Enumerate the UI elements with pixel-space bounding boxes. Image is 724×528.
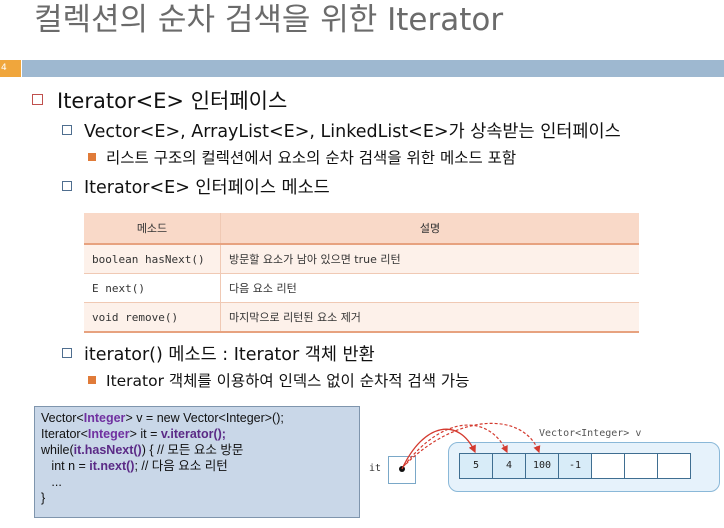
code-line: } bbox=[41, 491, 46, 505]
code-keyword: Integer bbox=[87, 427, 130, 441]
table-row: E next() 다음 요소 리턴 bbox=[84, 273, 639, 303]
code-line: while(it.hasNext()) { // 모든 요소 방문 bbox=[41, 442, 359, 458]
bullet-filled-square-icon bbox=[88, 153, 96, 161]
header-bar bbox=[22, 60, 724, 77]
bullet-text: Iterator<E> 인터페이스 bbox=[57, 89, 288, 113]
iterator-diagram: Vector<Integer> v 5 4 100 -1 it bbox=[364, 412, 722, 516]
bullet-square-icon bbox=[62, 125, 72, 135]
code-keyword: it.next() bbox=[89, 459, 135, 473]
bullet-text: Iterator 객체를 이용하여 인덱스 없이 순차적 검색 가능 bbox=[106, 372, 470, 390]
description-cell: 다음 요소 리턴 bbox=[220, 273, 639, 303]
code-line: Iterator<Integer> it = v.iterator(); bbox=[41, 426, 359, 442]
bullet-level3: Iterator 객체를 이용하여 인덱스 없이 순차적 검색 가능 bbox=[88, 371, 469, 391]
bullet-text: 리스트 구조의 컬렉션에서 요소의 순차 검색을 위한 메소드 포함 bbox=[106, 149, 517, 167]
code-line: Vector<Integer> v = new Vector<Integer>(… bbox=[41, 410, 359, 426]
bullet-level3: 리스트 구조의 컬렉션에서 요소의 순차 검색을 위한 메소드 포함 bbox=[88, 148, 516, 168]
method-table: 메소드 설명 boolean hasNext() 방문할 요소가 남아 있으면 … bbox=[84, 213, 639, 333]
code-text: > it = bbox=[129, 427, 161, 441]
column-header: 메소드 bbox=[84, 213, 221, 245]
method-cell: boolean hasNext() bbox=[84, 244, 221, 274]
bullet-text: Vector<E>, ArrayList<E>, LinkedList<E>가 … bbox=[84, 122, 621, 142]
code-line: int n = it.next(); // 다음 요소 리턴 bbox=[41, 458, 359, 474]
iterator-arrows bbox=[401, 422, 541, 470]
table-row: void remove() 마지막으로 리턴된 요소 제거 bbox=[84, 302, 639, 333]
arrow-to-first bbox=[401, 428, 476, 470]
bullet-text: Iterator<E> 인터페이스 메소드 bbox=[84, 178, 330, 198]
bullet-square-icon bbox=[62, 181, 72, 191]
code-text: > v = new Vector<Integer>(); bbox=[125, 411, 284, 425]
bullet-level2: Vector<E>, ArrayList<E>, LinkedList<E>가 … bbox=[62, 121, 621, 143]
bullet-level1: Iterator<E> 인터페이스 bbox=[32, 88, 287, 114]
arrow-to-third bbox=[405, 422, 541, 465]
code-text: Vector< bbox=[41, 411, 84, 425]
bullet-square-icon bbox=[32, 94, 43, 105]
method-cell: E next() bbox=[84, 273, 221, 303]
bullet-square-icon bbox=[62, 348, 72, 358]
column-header: 설명 bbox=[220, 213, 639, 245]
bullet-text: iterator() 메소드 : Iterator 객체 반환 bbox=[84, 345, 375, 365]
code-keyword: it.hasNext() bbox=[73, 443, 142, 457]
bullet-level2: Iterator<E> 인터페이스 메소드 bbox=[62, 177, 330, 199]
code-text: ; // 다음 요소 리턴 bbox=[134, 459, 228, 473]
bullet-level2: iterator() 메소드 : Iterator 객체 반환 bbox=[62, 344, 375, 366]
code-text: int n = bbox=[41, 459, 90, 473]
code-sample-box: Vector<Integer> v = new Vector<Integer>(… bbox=[34, 406, 360, 518]
code-text: while( bbox=[41, 443, 74, 457]
slide-number: 4 bbox=[0, 60, 21, 77]
bullet-filled-square-icon bbox=[88, 376, 96, 384]
code-text: ) { // 모든 요소 방문 bbox=[141, 443, 244, 457]
code-line: ... bbox=[41, 475, 62, 489]
method-cell: void remove() bbox=[84, 302, 221, 333]
slide-title: 컬렉션의 순차 검색을 위한 Iterator bbox=[34, 2, 504, 38]
code-keyword: Integer bbox=[83, 411, 126, 425]
description-cell: 방문할 요소가 남아 있으면 true 리턴 bbox=[220, 244, 639, 274]
code-keyword: v.iterator(); bbox=[160, 427, 226, 441]
table-header-row: 메소드 설명 bbox=[84, 213, 639, 245]
code-text: Iterator< bbox=[41, 427, 88, 441]
description-cell: 마지막으로 리턴된 요소 제거 bbox=[220, 302, 639, 333]
table-row: boolean hasNext() 방문할 요소가 남아 있으면 true 리턴 bbox=[84, 244, 639, 274]
